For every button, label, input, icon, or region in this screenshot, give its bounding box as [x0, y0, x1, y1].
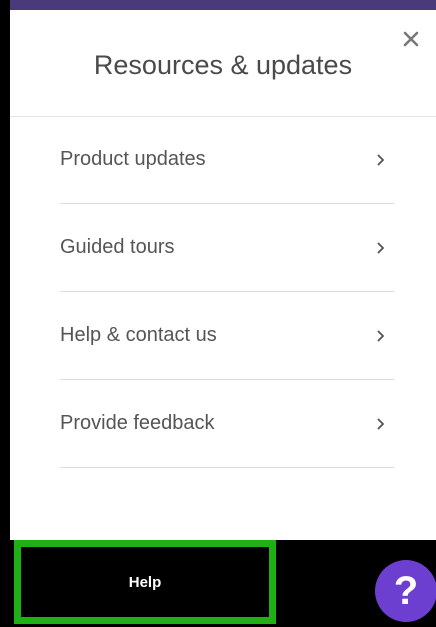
panel-title: Resources & updates [93, 50, 353, 80]
menu-item-guided-tours[interactable]: Guided tours [60, 204, 394, 292]
chevron-right-icon [374, 241, 388, 255]
resources-menu: Product updates Guided tours Help & cont… [60, 116, 394, 468]
close-icon [403, 31, 419, 47]
menu-item-label: Help & contact us [60, 324, 217, 346]
chevron-right-icon [374, 417, 388, 431]
top-accent-bar [10, 0, 436, 10]
question-mark-icon: ? [393, 569, 419, 613]
close-button[interactable] [398, 26, 424, 52]
bottom-bar: Help ? [0, 540, 436, 627]
menu-item-label: Provide feedback [60, 412, 215, 434]
chevron-right-icon [374, 329, 388, 343]
menu-item-help-contact[interactable]: Help & contact us [60, 292, 394, 380]
app-frame: Resources & updates Product updates Guid… [0, 0, 436, 627]
menu-item-product-updates[interactable]: Product updates [60, 116, 394, 204]
help-fab-button[interactable]: ? [375, 560, 436, 622]
menu-item-provide-feedback[interactable]: Provide feedback [60, 380, 394, 468]
help-button[interactable]: Help [14, 540, 276, 624]
resources-panel: Resources & updates Product updates Guid… [10, 10, 436, 540]
menu-item-label: Guided tours [60, 236, 175, 258]
panel-header: Resources & updates [10, 10, 436, 117]
help-label: Help [128, 573, 162, 591]
menu-item-label: Product updates [60, 148, 206, 170]
chevron-right-icon [374, 153, 388, 167]
